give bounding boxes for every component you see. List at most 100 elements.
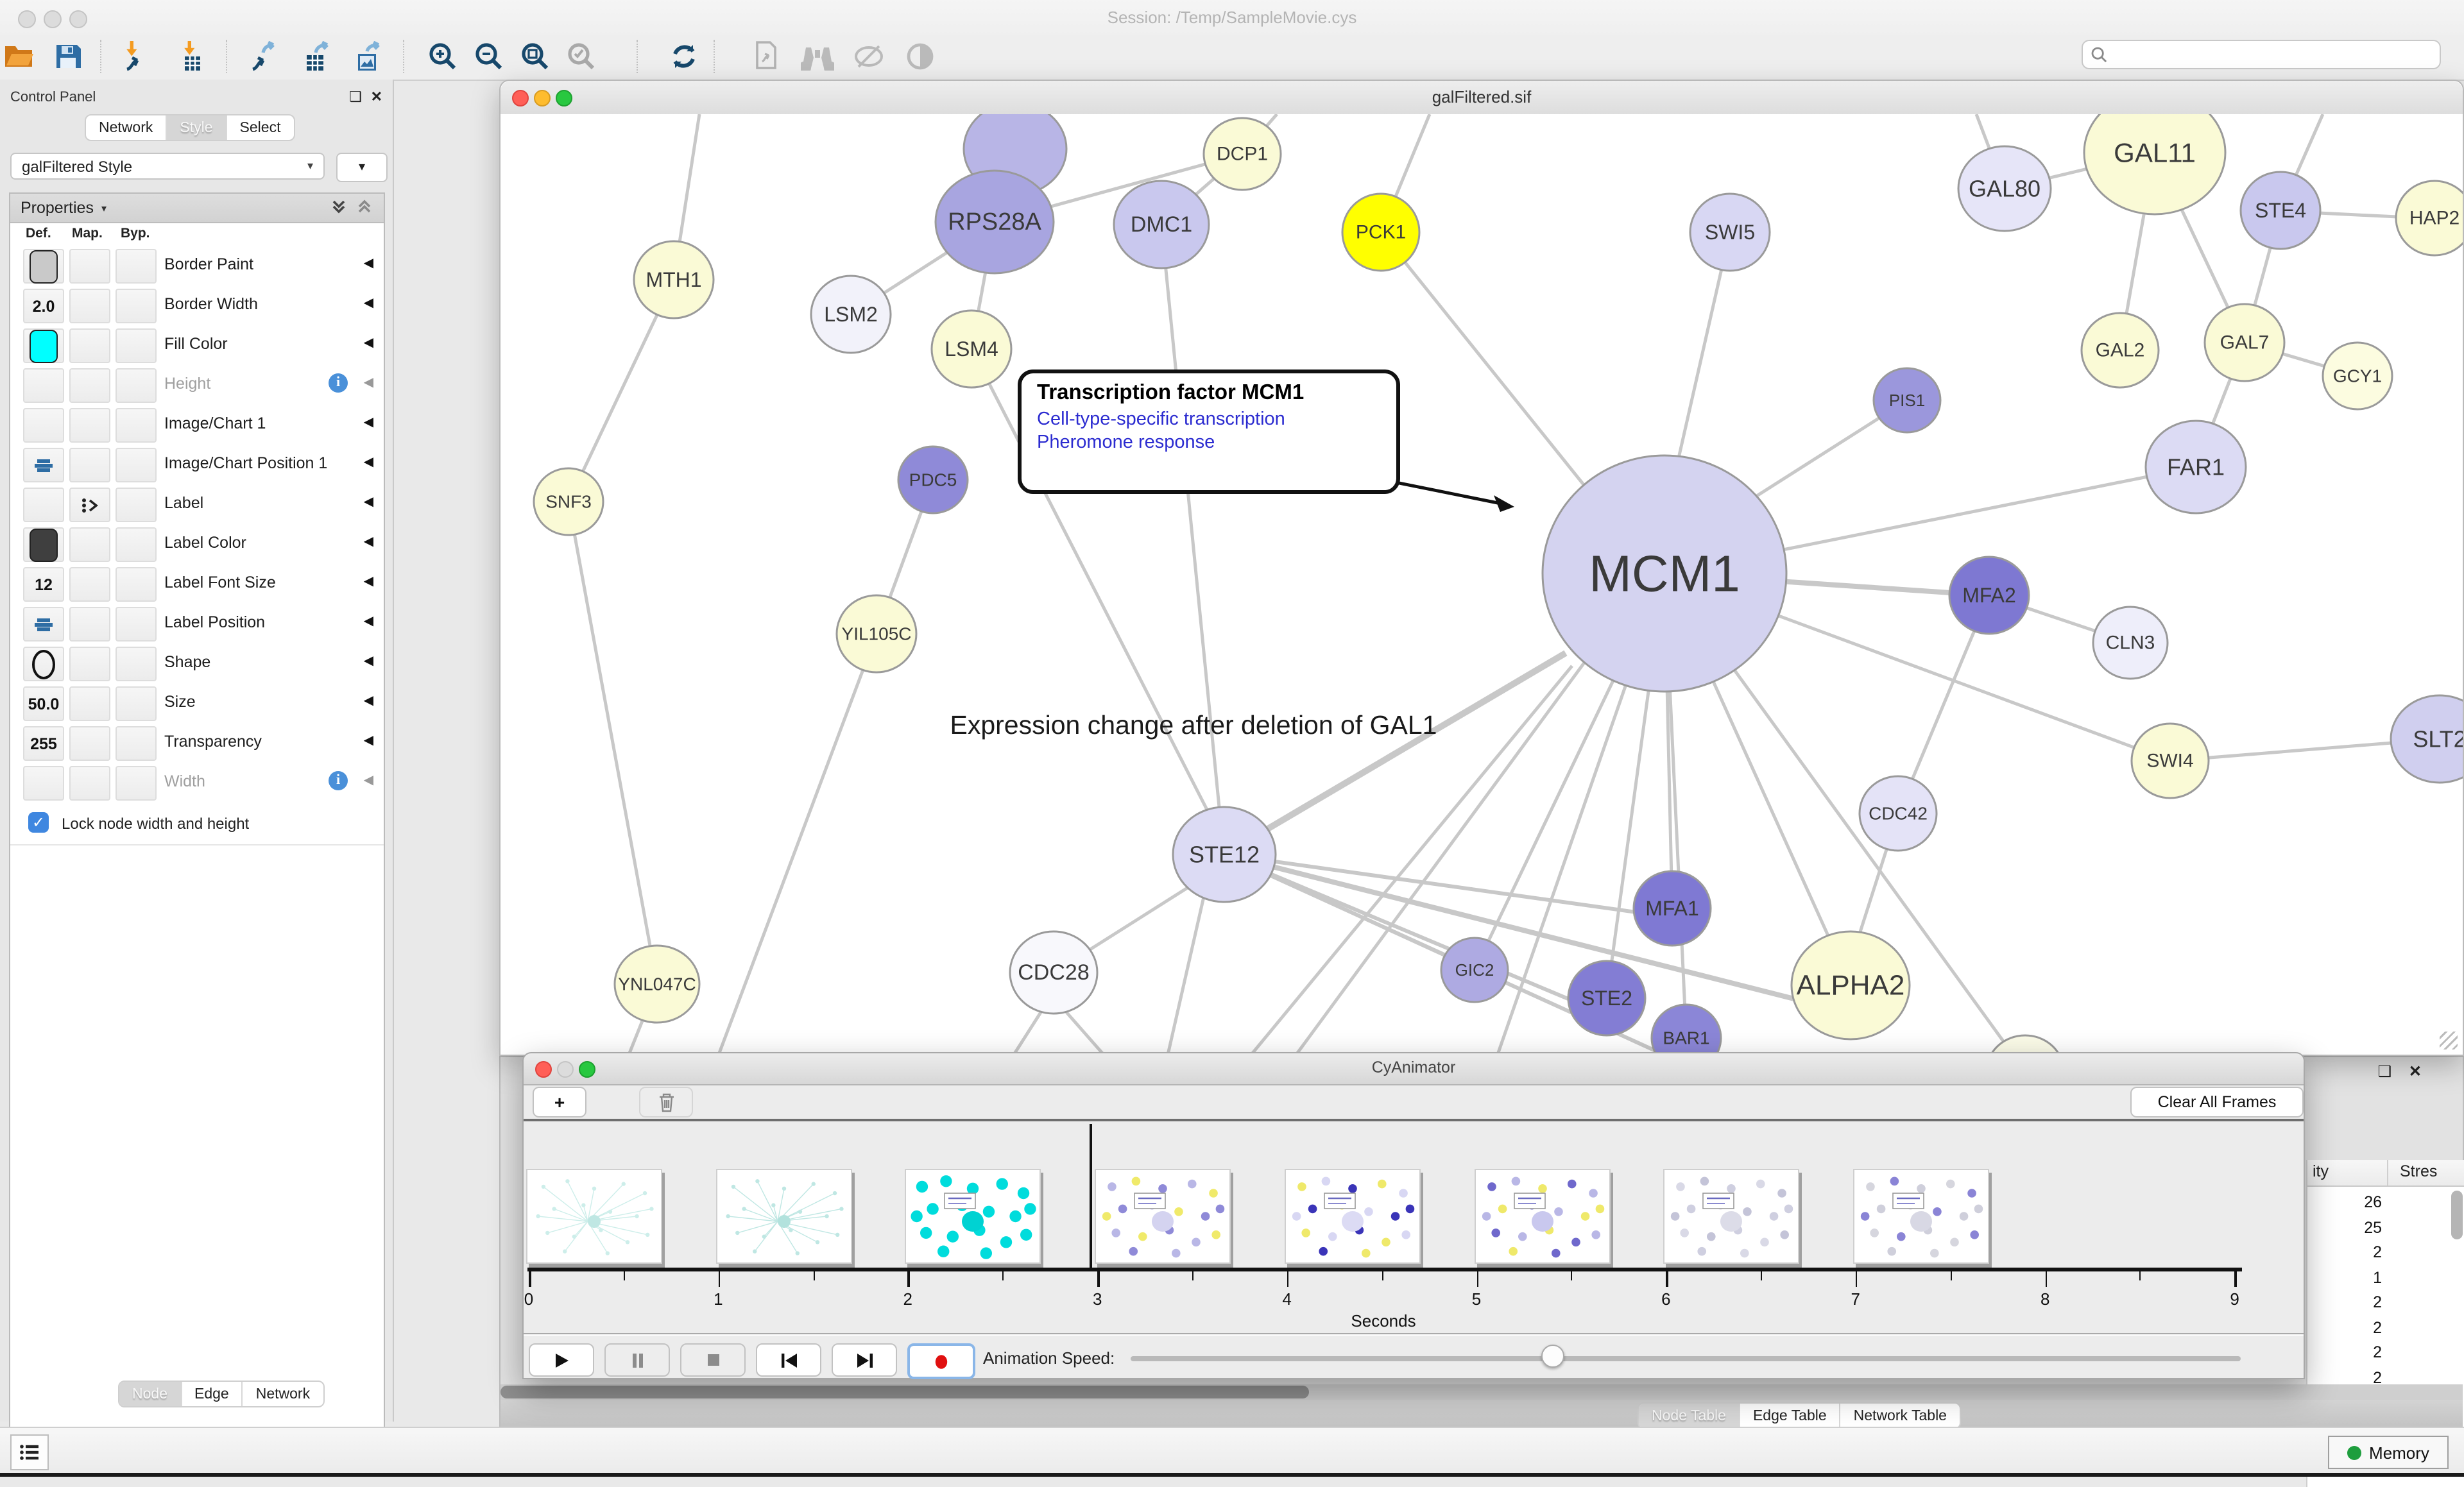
- expand-row-icon[interactable]: ◀: [364, 734, 373, 748]
- network-node[interactable]: STE4: [2241, 172, 2320, 249]
- timeline-ruler[interactable]: [527, 1268, 2242, 1271]
- tab-edge[interactable]: Edge: [182, 1382, 243, 1406]
- timeline-playhead[interactable]: [1090, 1124, 1091, 1268]
- export-image-icon[interactable]: [352, 40, 385, 73]
- play-button[interactable]: [529, 1343, 594, 1377]
- network-node[interactable]: GAL7: [2205, 304, 2284, 381]
- discrete-mapping-icon[interactable]: [81, 497, 99, 513]
- property-row[interactable]: Fill Color◀: [10, 325, 384, 366]
- default-value[interactable]: 50.0: [28, 695, 60, 713]
- default-value-swatch[interactable]: [30, 528, 58, 561]
- expand-row-icon[interactable]: ◀: [364, 774, 373, 788]
- network-node[interactable]: STE2: [1568, 961, 1645, 1035]
- position-icon[interactable]: [35, 457, 53, 473]
- property-row[interactable]: Label Position◀: [10, 603, 384, 644]
- table-row[interactable]: 26: [2307, 1193, 2382, 1211]
- network-node[interactable]: MTH1: [634, 241, 714, 318]
- tab-edge-table[interactable]: Edge Table: [1740, 1404, 1841, 1428]
- property-row[interactable]: Widthi◀: [10, 762, 384, 803]
- collapse-all-icon[interactable]: [355, 197, 373, 219]
- network-node[interactable]: GAL11: [2084, 114, 2225, 214]
- show-details-eye-icon[interactable]: [903, 40, 937, 73]
- network-node[interactable]: MFA1: [1634, 871, 1711, 946]
- default-value[interactable]: 2.0: [33, 297, 55, 315]
- network-node[interactable]: GAL2: [2082, 313, 2159, 387]
- network-node[interactable]: LSM4: [932, 310, 1011, 387]
- network-node[interactable]: GCY1: [2323, 343, 2392, 409]
- property-row[interactable]: 255Transparency◀: [10, 722, 384, 763]
- table-row[interactable]: 2: [2307, 1243, 2382, 1261]
- network-node[interactable]: CDC42: [1860, 776, 1937, 851]
- animation-speed-slider-thumb[interactable]: [1541, 1345, 1564, 1368]
- network-node[interactable]: PCK1: [1342, 194, 1419, 271]
- tab-network-table[interactable]: Network Table: [1841, 1404, 1960, 1428]
- open-folder-icon[interactable]: [3, 40, 36, 73]
- table-row[interactable]: 25: [2307, 1218, 2382, 1236]
- network-edge[interactable]: [1014, 1012, 1041, 1055]
- position-icon[interactable]: [35, 616, 53, 632]
- search-input[interactable]: [2082, 40, 2441, 69]
- network-edge[interactable]: [1168, 897, 1204, 1055]
- network-node[interactable]: PIS1: [1874, 368, 1940, 432]
- import-network-icon[interactable]: [118, 40, 151, 73]
- import-table-icon[interactable]: [175, 40, 208, 73]
- frame-thumbnail[interactable]: [1285, 1169, 1421, 1264]
- property-row[interactable]: Border Paint◀: [10, 245, 384, 286]
- info-icon[interactable]: i: [329, 373, 348, 393]
- network-node[interactable]: SWI4: [2132, 724, 2209, 798]
- previous-frame-button[interactable]: [756, 1343, 821, 1377]
- default-value[interactable]: 255: [30, 735, 57, 752]
- network-node[interactable]: SWI5: [1690, 194, 1770, 271]
- zoom-in-icon[interactable]: [426, 40, 459, 73]
- ellipse-shape-icon[interactable]: [31, 649, 56, 679]
- network-node[interactable]: ALPHA2: [1792, 931, 1910, 1039]
- frame-thumbnail[interactable]: [905, 1169, 1041, 1264]
- table-row[interactable]: 1: [2307, 1268, 2382, 1286]
- property-row[interactable]: Label Color◀: [10, 523, 384, 565]
- horizontal-scrollbar[interactable]: [501, 1384, 2463, 1400]
- default-value[interactable]: 12: [35, 575, 53, 593]
- tab-select[interactable]: Select: [227, 115, 294, 140]
- expand-row-icon[interactable]: ◀: [364, 654, 373, 668]
- network-node[interactable]: MCM1: [1543, 455, 1786, 692]
- network-node[interactable]: HAP2: [2396, 181, 2463, 255]
- task-history-button[interactable]: [10, 1434, 49, 1470]
- network-node[interactable]: YNL047C: [615, 946, 699, 1023]
- default-value-swatch[interactable]: [30, 250, 58, 283]
- property-row[interactable]: 12Label Font Size◀: [10, 563, 384, 604]
- export-table-icon[interactable]: [300, 40, 334, 73]
- info-icon[interactable]: i: [329, 771, 348, 790]
- lock-size-checkbox[interactable]: ✓: [28, 812, 49, 833]
- property-row[interactable]: 50.0Size◀: [10, 683, 384, 724]
- frame-thumbnail[interactable]: [715, 1169, 851, 1264]
- frame-thumbnail[interactable]: [1095, 1169, 1231, 1264]
- network-node[interactable]: PDC5: [898, 446, 968, 513]
- table-row[interactable]: 2: [2307, 1293, 2382, 1311]
- property-row[interactable]: Shape◀: [10, 643, 384, 684]
- float-panel-icon[interactable]: ❑: [2378, 1062, 2392, 1080]
- table-row[interactable]: 2: [2307, 1368, 2382, 1386]
- frame-thumbnail[interactable]: [526, 1169, 662, 1264]
- expand-row-icon[interactable]: ◀: [364, 455, 373, 470]
- network-node[interactable]: GIC2: [1441, 938, 1508, 1002]
- next-frame-button[interactable]: [832, 1343, 897, 1377]
- network-edge[interactable]: [569, 502, 657, 984]
- column-header[interactable]: Stres: [2400, 1162, 2437, 1180]
- table-row[interactable]: 2: [2307, 1318, 2382, 1336]
- add-frame-button[interactable]: +: [533, 1087, 586, 1117]
- memory-button[interactable]: Memory: [2328, 1436, 2449, 1469]
- network-node[interactable]: SLT2: [2391, 695, 2463, 783]
- network-node[interactable]: FAR1: [2146, 421, 2246, 513]
- expand-row-icon[interactable]: ◀: [364, 615, 373, 629]
- network-node[interactable]: CDC28: [1010, 931, 1097, 1014]
- network-node[interactable]: GAL80: [1958, 146, 2051, 231]
- save-session-icon[interactable]: [51, 40, 85, 73]
- expand-row-icon[interactable]: ◀: [364, 376, 373, 390]
- network-edge[interactable]: [1066, 1012, 1104, 1055]
- delete-frame-button[interactable]: [639, 1087, 693, 1117]
- network-node[interactable]: YIL105C: [837, 595, 916, 672]
- cyanimator-titlebar[interactable]: CyAnimator: [524, 1053, 2304, 1085]
- tab-node[interactable]: Node: [119, 1382, 182, 1406]
- table-row[interactable]: 2: [2307, 1343, 2382, 1361]
- frame-thumbnail[interactable]: [1663, 1169, 1799, 1264]
